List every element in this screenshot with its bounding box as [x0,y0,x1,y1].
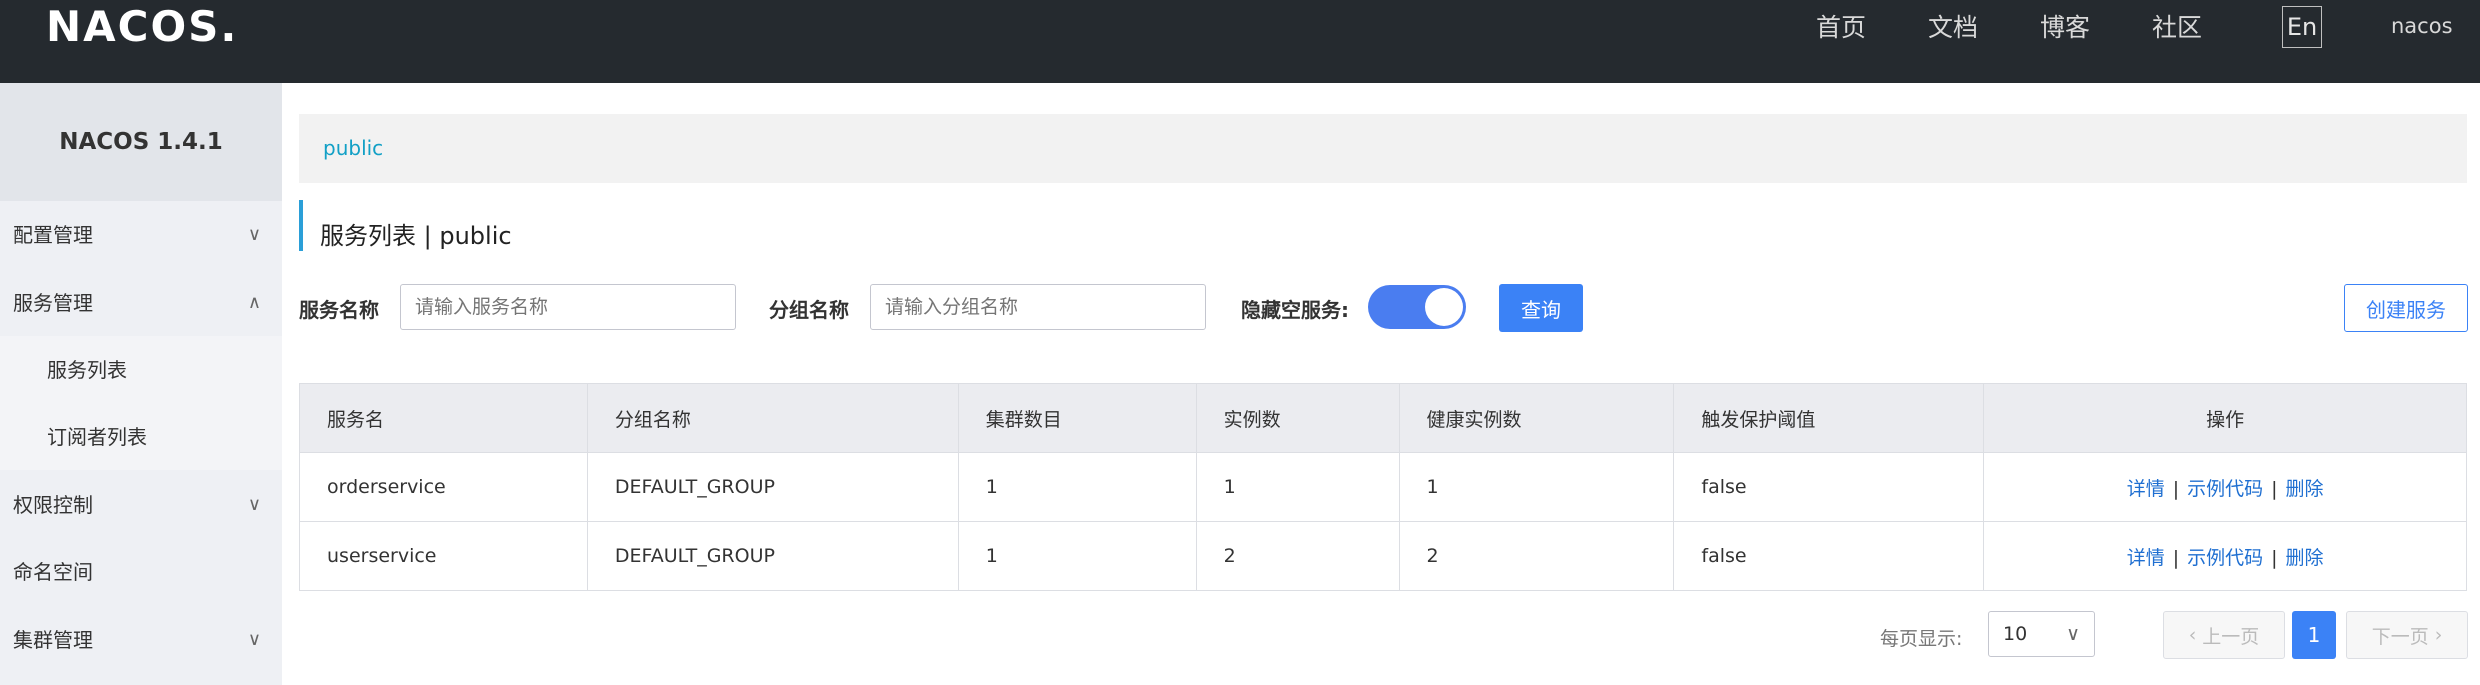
chevron-right-icon: › [2434,624,2443,646]
action-separator: | [2172,546,2180,569]
cell-actions: 详情 | 示例代码 | 删除 [1983,521,2467,591]
language-switch-button[interactable]: En [2282,6,2322,48]
cell-service-name: orderservice [299,452,588,522]
sidebar-item-label: 服务管理 [13,291,93,315]
column-header: 分组名称 [586,383,959,453]
chevron-down-icon: ∨ [2066,623,2080,645]
service-name-label: 服务名称 [299,298,379,322]
cell-cluster-count: 1 [957,452,1197,522]
nacos-logo[interactable]: NACOS. [46,2,238,52]
chevron-down-icon: ∨ [247,629,261,650]
chevron-left-icon: ‹ [2188,624,2197,646]
cell-service-name: userservice [299,521,588,591]
create-service-button[interactable]: 创建服务 [2344,284,2468,332]
cell-actions: 详情 | 示例代码 | 删除 [1983,452,2467,522]
column-header: 触发保护阈值 [1673,383,1985,453]
column-header: 实例数 [1195,383,1400,453]
column-header: 服务名 [299,383,588,453]
nav-docs[interactable]: 文档 [1928,12,1978,44]
sample-code-link[interactable]: 示例代码 [2187,478,2263,500]
user-menu[interactable]: nacos [2391,14,2453,38]
sidebar-item-config-management[interactable]: 配置管理 ∨ [13,215,275,255]
column-header: 健康实例数 [1398,383,1675,453]
sidebar-brand: NACOS 1.4.1 [0,83,282,201]
cell-cluster-count: 1 [957,521,1197,591]
toggle-knob [1425,288,1463,326]
action-separator: | [2271,477,2278,500]
per-page-label: 每页显示: [1880,628,1963,650]
sidebar-item-cluster-management[interactable]: 集群管理 ∨ [13,620,275,660]
sidebar-item-service-management[interactable]: 服务管理 ∧ [13,283,275,323]
delete-link[interactable]: 删除 [2286,547,2324,569]
cell-instance-count: 1 [1195,452,1400,522]
cell-instance-count: 2 [1195,521,1400,591]
action-separator: | [2271,546,2278,569]
sidebar-item-access-control[interactable]: 权限控制 ∨ [13,485,275,525]
sidebar: NACOS 1.4.1 配置管理 ∨ 服务管理 ∧ 服务列表 订阅者列表 权限控… [0,83,282,685]
column-header: 操作 [1983,383,2467,453]
table-row: userservice DEFAULT_GROUP 1 2 2 false 详情… [299,521,2467,591]
cell-healthy-count: 1 [1398,452,1675,522]
chevron-down-icon: ∨ [247,224,261,245]
nav-home[interactable]: 首页 [1816,12,1866,44]
nav-community[interactable]: 社区 [2152,12,2202,44]
chevron-up-icon: ∧ [247,292,261,313]
next-page-button[interactable]: 下一页 › [2346,611,2468,659]
hide-empty-toggle[interactable] [1368,285,1466,329]
sidebar-item-label: 集群管理 [13,628,93,652]
namespace-bar: public [299,114,2467,183]
cell-group-name: DEFAULT_GROUP [586,452,959,522]
page-size-value: 10 [2003,623,2028,645]
cell-protect-threshold: false [1673,452,1985,522]
title-accent-bar [299,200,303,251]
next-page-label: 下一页 [2371,625,2429,648]
page-title: 服务列表 | public [320,222,512,250]
group-name-label: 分组名称 [769,298,849,322]
sidebar-item-label: 权限控制 [13,493,93,517]
page-1-button[interactable]: 1 [2292,611,2336,659]
top-header: NACOS. 首页 文档 博客 社区 En nacos [0,0,2480,83]
service-table: 服务名 分组名称 集群数目 实例数 健康实例数 触发保护阈值 操作 orders… [299,383,2467,591]
namespace-link-public[interactable]: public [323,136,383,160]
sidebar-subitem-subscriber-list[interactable]: 订阅者列表 [47,417,147,457]
detail-link[interactable]: 详情 [2127,478,2165,500]
sidebar-subitem-service-list[interactable]: 服务列表 [47,350,127,390]
sidebar-item-label: 命名空间 [13,560,93,584]
table-header-row: 服务名 分组名称 集群数目 实例数 健康实例数 触发保护阈值 操作 [299,383,2467,453]
prev-page-label: 上一页 [2202,625,2260,648]
action-separator: | [2172,477,2180,500]
sidebar-item-namespace[interactable]: 命名空间 [13,552,275,592]
nav-blog[interactable]: 博客 [2040,12,2090,44]
query-button[interactable]: 查询 [1499,284,1583,332]
chevron-down-icon: ∨ [247,494,261,515]
cell-protect-threshold: false [1673,521,1985,591]
delete-link[interactable]: 删除 [2286,478,2324,500]
detail-link[interactable]: 详情 [2127,547,2165,569]
cell-group-name: DEFAULT_GROUP [586,521,959,591]
group-name-input[interactable] [870,284,1206,330]
service-name-input[interactable] [400,284,736,330]
column-header: 集群数目 [957,383,1197,453]
hide-empty-label: 隐藏空服务: [1241,298,1349,322]
table-row: orderservice DEFAULT_GROUP 1 1 1 false 详… [299,452,2467,522]
page-size-select[interactable]: 10 ∨ [1988,611,2095,657]
cell-healthy-count: 2 [1398,521,1675,591]
sidebar-item-label: 配置管理 [13,223,93,247]
sample-code-link[interactable]: 示例代码 [2187,547,2263,569]
prev-page-button[interactable]: ‹ 上一页 [2163,611,2285,659]
